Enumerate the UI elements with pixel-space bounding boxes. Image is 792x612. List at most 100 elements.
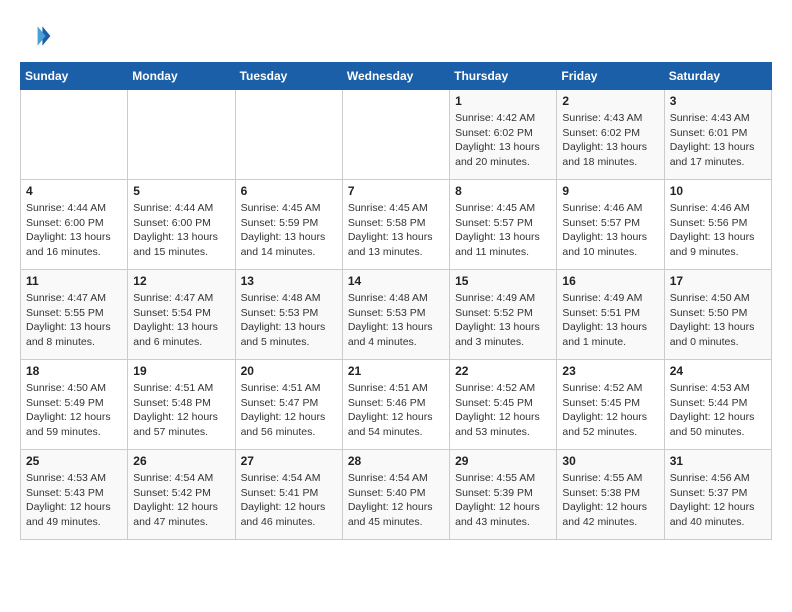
calendar-cell: 28 Sunrise: 4:54 AM Sunset: 5:40 PM Dayli…	[342, 450, 449, 540]
day-number: 10	[670, 184, 766, 198]
day-info: Sunrise: 4:45 AM Sunset: 5:58 PM Dayligh…	[348, 201, 444, 260]
calendar-cell: 7 Sunrise: 4:45 AM Sunset: 5:58 PM Daylig…	[342, 180, 449, 270]
weekday-header-monday: Monday	[128, 63, 235, 90]
day-number: 1	[455, 94, 551, 108]
calendar-cell	[342, 90, 449, 180]
day-info: Sunrise: 4:55 AM Sunset: 5:39 PM Dayligh…	[455, 471, 551, 530]
day-info: Sunrise: 4:44 AM Sunset: 6:00 PM Dayligh…	[26, 201, 122, 260]
calendar-cell: 13Sunrise: 4:48 AM Sunset: 5:53 PM Dayli…	[235, 270, 342, 360]
day-info: Sunrise: 4:52 AM Sunset: 5:45 PM Dayligh…	[562, 381, 658, 440]
calendar-cell: 14 Sunrise: 4:48 AM Sunset: 5:53 PM Dayli…	[342, 270, 449, 360]
day-number: 2	[562, 94, 658, 108]
day-number: 19	[133, 364, 229, 378]
day-number: 18	[26, 364, 122, 378]
calendar-cell: 22 Sunrise: 4:52 AM Sunset: 5:45 PM Dayli…	[450, 360, 557, 450]
calendar-cell: 11 Sunrise: 4:47 AM Sunset: 5:55 PM Dayli…	[21, 270, 128, 360]
day-info: Sunrise: 4:48 AM Sunset: 5:53 PM Dayligh…	[241, 291, 337, 350]
calendar-week-2: 4 Sunrise: 4:44 AM Sunset: 6:00 PM Daylig…	[21, 180, 772, 270]
calendar-week-1: 1 Sunrise: 4:42 AM Sunset: 6:02 PM Daylig…	[21, 90, 772, 180]
calendar-cell: 30Sunrise: 4:55 AM Sunset: 5:38 PM Dayli…	[557, 450, 664, 540]
calendar-cell: 15 Sunrise: 4:49 AM Sunset: 5:52 PM Dayli…	[450, 270, 557, 360]
logo-icon	[20, 20, 52, 52]
calendar-cell: 8 Sunrise: 4:45 AM Sunset: 5:57 PM Daylig…	[450, 180, 557, 270]
day-info: Sunrise: 4:43 AM Sunset: 6:02 PM Dayligh…	[562, 111, 658, 170]
day-number: 23	[562, 364, 658, 378]
day-number: 25	[26, 454, 122, 468]
day-info: Sunrise: 4:47 AM Sunset: 5:55 PM Dayligh…	[26, 291, 122, 350]
calendar-cell: 29 Sunrise: 4:55 AM Sunset: 5:39 PM Dayli…	[450, 450, 557, 540]
day-info: Sunrise: 4:51 AM Sunset: 5:48 PM Dayligh…	[133, 381, 229, 440]
day-number: 14	[348, 274, 444, 288]
day-info: Sunrise: 4:49 AM Sunset: 5:52 PM Dayligh…	[455, 291, 551, 350]
day-number: 7	[348, 184, 444, 198]
day-info: Sunrise: 4:47 AM Sunset: 5:54 PM Dayligh…	[133, 291, 229, 350]
calendar-cell: 17 Sunrise: 4:50 AM Sunset: 5:50 PM Dayli…	[664, 270, 771, 360]
calendar-week-4: 18 Sunrise: 4:50 AM Sunset: 5:49 PM Dayli…	[21, 360, 772, 450]
day-number: 15	[455, 274, 551, 288]
calendar-cell: 21 Sunrise: 4:51 AM Sunset: 5:46 PM Dayli…	[342, 360, 449, 450]
calendar-cell: 20 Sunrise: 4:51 AM Sunset: 5:47 PM Dayli…	[235, 360, 342, 450]
day-info: Sunrise: 4:54 AM Sunset: 5:42 PM Dayligh…	[133, 471, 229, 530]
day-number: 28	[348, 454, 444, 468]
day-info: Sunrise: 4:53 AM Sunset: 5:44 PM Dayligh…	[670, 381, 766, 440]
day-number: 9	[562, 184, 658, 198]
day-info: Sunrise: 4:42 AM Sunset: 6:02 PM Dayligh…	[455, 111, 551, 170]
day-number: 31	[670, 454, 766, 468]
day-info: Sunrise: 4:45 AM Sunset: 5:59 PM Dayligh…	[241, 201, 337, 260]
day-number: 17	[670, 274, 766, 288]
day-info: Sunrise: 4:46 AM Sunset: 5:57 PM Dayligh…	[562, 201, 658, 260]
day-info: Sunrise: 4:51 AM Sunset: 5:47 PM Dayligh…	[241, 381, 337, 440]
day-info: Sunrise: 4:50 AM Sunset: 5:50 PM Dayligh…	[670, 291, 766, 350]
calendar-table: SundayMondayTuesdayWednesdayThursdayFrid…	[20, 62, 772, 540]
day-number: 12	[133, 274, 229, 288]
day-info: Sunrise: 4:48 AM Sunset: 5:53 PM Dayligh…	[348, 291, 444, 350]
day-info: Sunrise: 4:52 AM Sunset: 5:45 PM Dayligh…	[455, 381, 551, 440]
day-number: 5	[133, 184, 229, 198]
day-info: Sunrise: 4:46 AM Sunset: 5:56 PM Dayligh…	[670, 201, 766, 260]
page-header	[20, 20, 772, 52]
logo	[20, 20, 58, 52]
calendar-cell	[235, 90, 342, 180]
day-number: 29	[455, 454, 551, 468]
day-number: 8	[455, 184, 551, 198]
day-number: 6	[241, 184, 337, 198]
calendar-cell: 31 Sunrise: 4:56 AM Sunset: 5:37 PM Dayli…	[664, 450, 771, 540]
calendar-cell: 23 Sunrise: 4:52 AM Sunset: 5:45 PM Dayli…	[557, 360, 664, 450]
calendar-cell: 18 Sunrise: 4:50 AM Sunset: 5:49 PM Dayli…	[21, 360, 128, 450]
day-number: 27	[241, 454, 337, 468]
day-number: 16	[562, 274, 658, 288]
calendar-cell: 1 Sunrise: 4:42 AM Sunset: 6:02 PM Daylig…	[450, 90, 557, 180]
day-number: 21	[348, 364, 444, 378]
day-number: 22	[455, 364, 551, 378]
day-info: Sunrise: 4:56 AM Sunset: 5:37 PM Dayligh…	[670, 471, 766, 530]
day-info: Sunrise: 4:49 AM Sunset: 5:51 PM Dayligh…	[562, 291, 658, 350]
weekday-header-wednesday: Wednesday	[342, 63, 449, 90]
day-info: Sunrise: 4:54 AM Sunset: 5:40 PM Dayligh…	[348, 471, 444, 530]
day-number: 26	[133, 454, 229, 468]
day-info: Sunrise: 4:55 AM Sunset: 5:38 PM Dayligh…	[562, 471, 658, 530]
day-info: Sunrise: 4:43 AM Sunset: 6:01 PM Dayligh…	[670, 111, 766, 170]
day-number: 3	[670, 94, 766, 108]
weekday-header-sunday: Sunday	[21, 63, 128, 90]
calendar-cell: 10 Sunrise: 4:46 AM Sunset: 5:56 PM Dayli…	[664, 180, 771, 270]
calendar-cell: 19 Sunrise: 4:51 AM Sunset: 5:48 PM Dayli…	[128, 360, 235, 450]
day-info: Sunrise: 4:45 AM Sunset: 5:57 PM Dayligh…	[455, 201, 551, 260]
weekday-header-tuesday: Tuesday	[235, 63, 342, 90]
day-info: Sunrise: 4:53 AM Sunset: 5:43 PM Dayligh…	[26, 471, 122, 530]
day-info: Sunrise: 4:51 AM Sunset: 5:46 PM Dayligh…	[348, 381, 444, 440]
calendar-cell	[128, 90, 235, 180]
calendar-week-3: 11 Sunrise: 4:47 AM Sunset: 5:55 PM Dayli…	[21, 270, 772, 360]
day-info: Sunrise: 4:44 AM Sunset: 6:00 PM Dayligh…	[133, 201, 229, 260]
calendar-cell: 6 Sunrise: 4:45 AM Sunset: 5:59 PM Daylig…	[235, 180, 342, 270]
calendar-cell: 26 Sunrise: 4:54 AM Sunset: 5:42 PM Dayli…	[128, 450, 235, 540]
calendar-cell: 9 Sunrise: 4:46 AM Sunset: 5:57 PM Daylig…	[557, 180, 664, 270]
calendar-cell: 27 Sunrise: 4:54 AM Sunset: 5:41 PM Dayli…	[235, 450, 342, 540]
day-info: Sunrise: 4:50 AM Sunset: 5:49 PM Dayligh…	[26, 381, 122, 440]
calendar-cell: 4 Sunrise: 4:44 AM Sunset: 6:00 PM Daylig…	[21, 180, 128, 270]
day-number: 4	[26, 184, 122, 198]
day-number: 20	[241, 364, 337, 378]
weekday-header-friday: Friday	[557, 63, 664, 90]
day-number: 11	[26, 274, 122, 288]
day-info: Sunrise: 4:54 AM Sunset: 5:41 PM Dayligh…	[241, 471, 337, 530]
weekday-header-saturday: Saturday	[664, 63, 771, 90]
